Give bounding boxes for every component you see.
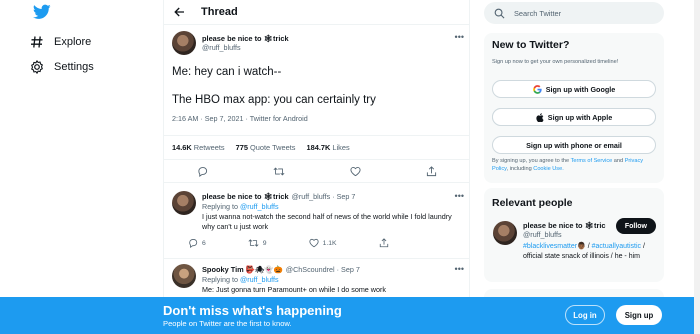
tweet-timestamp[interactable]: 2:16 AM · Sep 7, 2021 · Twitter for Andr… bbox=[172, 114, 464, 123]
author-handle-date[interactable]: @ruff_bluffs · Sep 7 bbox=[292, 192, 356, 201]
avatar[interactable] bbox=[172, 191, 196, 215]
author-name[interactable]: Spooky Tim 👺🕷👻🎃 bbox=[202, 265, 283, 274]
person-handle[interactable]: @ruff_bluffs bbox=[523, 230, 562, 239]
nav-explore-label: Explore bbox=[54, 36, 92, 48]
more-options-icon[interactable]: ••• bbox=[455, 191, 464, 201]
hashtag-link[interactable]: #blacklivesmatter bbox=[523, 243, 577, 250]
more-options-icon[interactable]: ••• bbox=[455, 32, 464, 42]
new-to-twitter-card: New to Twitter? Sign up now to get your … bbox=[484, 33, 664, 183]
share-icon bbox=[379, 238, 388, 248]
quotes-stat[interactable]: 775 Quote Tweets bbox=[236, 143, 296, 152]
tweet-text-line-2: The HBO max app: you can certainly try bbox=[172, 94, 376, 106]
signup-phone-email-label: Sign up with phone or email bbox=[526, 140, 622, 150]
replying-to: Replying to @ruff_bluffs bbox=[202, 202, 279, 211]
hashtag-link[interactable]: #actuallyautistic bbox=[592, 243, 641, 250]
heart-icon[interactable] bbox=[349, 166, 361, 177]
reply-text: Me: Just gonna turn Paramount+ on while … bbox=[202, 285, 386, 294]
banner-headline: Don't miss what's happening bbox=[163, 303, 342, 318]
nav-settings-label: Settings bbox=[54, 61, 94, 73]
main-tweet: please be nice to 🕸trick @ruff_bluffs ••… bbox=[172, 31, 464, 123]
search-placeholder: Search Twitter bbox=[514, 8, 562, 18]
reply-button[interactable]: 6 bbox=[188, 238, 206, 248]
divider bbox=[164, 182, 469, 183]
twitter-logo-icon[interactable] bbox=[33, 4, 51, 20]
likes-stat[interactable]: 184.7K Likes bbox=[306, 143, 349, 152]
card-title: Relevant people bbox=[492, 197, 573, 209]
signup-google-label: Sign up with Google bbox=[545, 84, 616, 94]
avatar[interactable] bbox=[172, 31, 196, 55]
signup-banner: Don't miss what's happening People on Tw… bbox=[0, 297, 700, 334]
right-sidebar: Search Twitter New to Twitter? Sign up n… bbox=[484, 0, 666, 334]
replying-to-link[interactable]: @ruff_bluffs bbox=[240, 275, 279, 284]
signup-apple-button[interactable]: Sign up with Apple bbox=[492, 108, 656, 126]
signup-phone-email-button[interactable]: Sign up with phone or email bbox=[492, 136, 656, 154]
google-icon bbox=[532, 84, 542, 94]
thread-title: Thread bbox=[201, 6, 238, 18]
thread-header: Thread bbox=[164, 0, 469, 25]
left-sidebar: Explore Settings bbox=[0, 0, 163, 334]
gear-icon bbox=[30, 60, 44, 74]
person-name[interactable]: please be nice to 🕸tric bbox=[523, 221, 606, 230]
retweet-icon bbox=[248, 239, 259, 247]
reply-text: I just wanna not-watch the second half o… bbox=[202, 212, 452, 231]
nav-explore[interactable]: Explore bbox=[30, 35, 91, 49]
reply-tweet[interactable]: please be nice to 🕸trick @ruff_bluffs · … bbox=[172, 191, 464, 248]
retweet-button[interactable]: 9 bbox=[248, 238, 267, 248]
tweet-action-bar bbox=[164, 160, 469, 182]
avatar[interactable] bbox=[493, 221, 517, 245]
tweet-stats: 14.6K Retweets 775 Quote Tweets 184.7K L… bbox=[172, 143, 350, 152]
hashtag-icon bbox=[30, 35, 44, 49]
login-button[interactable]: Log in bbox=[565, 305, 605, 325]
cookie-link[interactable]: Cookie Use. bbox=[533, 166, 563, 172]
retweets-stat[interactable]: 14.6K Retweets bbox=[172, 143, 225, 152]
divider bbox=[164, 258, 469, 259]
signup-apple-label: Sign up with Apple bbox=[547, 112, 613, 122]
heart-icon bbox=[308, 238, 319, 248]
search-icon bbox=[494, 8, 505, 19]
replying-to-link[interactable]: @ruff_bluffs bbox=[240, 202, 279, 211]
reply-action-bar: 6 9 1.1K bbox=[188, 238, 464, 248]
reply-tweet[interactable]: Spooky Tim 👺🕷👻🎃 @ChScoundrel · Sep 7 •••… bbox=[172, 264, 464, 295]
signup-google-button[interactable]: Sign up with Google bbox=[492, 80, 656, 98]
signup-button[interactable]: Sign up bbox=[616, 305, 662, 325]
share-icon[interactable] bbox=[426, 165, 437, 177]
like-button[interactable]: 1.1K bbox=[308, 238, 337, 248]
terms-link[interactable]: Terms of Service bbox=[571, 158, 613, 164]
back-arrow-icon[interactable] bbox=[174, 7, 185, 17]
reply-icon[interactable] bbox=[197, 166, 208, 177]
retweet-icon[interactable] bbox=[273, 166, 285, 177]
more-options-icon[interactable]: ••• bbox=[455, 264, 464, 274]
author-name[interactable]: please be nice to 🕸trick bbox=[202, 192, 289, 201]
card-title: New to Twitter? bbox=[492, 39, 570, 51]
avatar[interactable] bbox=[172, 264, 196, 288]
person-bio: #blacklivesmatter👨🏾 / #actuallyautistic … bbox=[523, 243, 645, 260]
search-input[interactable]: Search Twitter bbox=[484, 2, 664, 24]
twitter-thread-page: Explore Settings Thread please be nice t… bbox=[0, 0, 700, 334]
thread-column: Thread please be nice to 🕸trick @ruff_bl… bbox=[163, 0, 470, 334]
apple-icon bbox=[536, 112, 544, 122]
divider bbox=[164, 135, 469, 136]
legal-text: By signing up, you agree to the Terms of… bbox=[492, 158, 644, 172]
banner-subline: People on Twitter are the first to know. bbox=[163, 319, 292, 328]
author-handle-date[interactable]: @ChScoundrel · Sep 7 bbox=[286, 265, 360, 274]
follow-button[interactable]: Follow bbox=[615, 218, 656, 234]
author-name[interactable]: please be nice to 🕸trick bbox=[202, 34, 289, 43]
scrollbar[interactable] bbox=[694, 0, 700, 334]
replying-to: Replying to @ruff_bluffs bbox=[202, 275, 279, 284]
nav-settings[interactable]: Settings bbox=[30, 60, 94, 74]
card-subtitle: Sign up now to get your own personalized… bbox=[492, 59, 619, 65]
tweet-text-line-1: Me: hey can i watch-- bbox=[172, 66, 282, 78]
author-handle[interactable]: @ruff_bluffs bbox=[202, 43, 289, 52]
relevant-people-card: Relevant people please be nice to 🕸tric … bbox=[484, 188, 664, 282]
reply-icon bbox=[189, 239, 198, 248]
share-button[interactable] bbox=[379, 238, 389, 248]
